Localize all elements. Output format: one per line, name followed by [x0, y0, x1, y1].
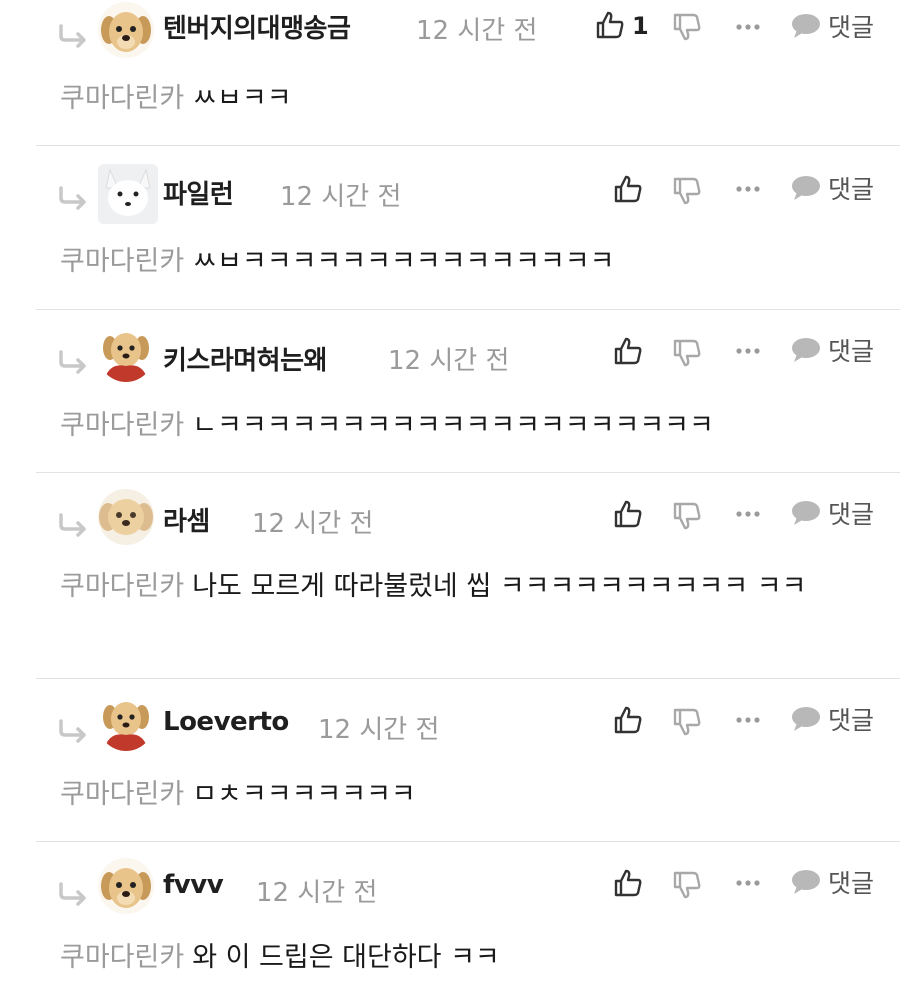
comment-timestamp: 12 시간 전 [318, 715, 440, 745]
comment-item: Loeverto 12 시간 전 댓글 쿠마다린카 ㅁㅊㅋㅋㅋㅋㅋㅋㅋ [36, 679, 900, 842]
comment-text: ㅆㅂㅋㅋㅋㅋㅋㅋㅋㅋㅋㅋㅋㅋㅋㅋㅋ [192, 246, 615, 277]
thumbs-up-icon[interactable] [613, 174, 643, 204]
comment-text: ㄴㅋㅋㅋㅋㅋㅋㅋㅋㅋㅋㅋㅋㅋㅋㅋㅋㅋㅋㅋㅋ [192, 410, 714, 441]
more-options-icon[interactable] [733, 705, 763, 735]
comment-author[interactable]: 키스라며혀는왜 [163, 340, 327, 377]
comment-item: 라셈 12 시간 전 댓글 쿠마다린카 나도 모르게 따라불렀네 씹 ㅋㅋㅋㅋㅋㅋ… [36, 473, 900, 679]
more-options-icon[interactable] [733, 868, 763, 898]
comment-author[interactable]: 파일런 [163, 174, 234, 211]
comment-item: fvvv 12 시간 전 댓글 쿠마다린카 와 이 드립은 대단하다 ㅋㅋ [36, 842, 900, 994]
more-options-icon[interactable] [733, 174, 763, 204]
speech-bubble-icon [792, 176, 820, 200]
speech-bubble-icon [792, 338, 820, 362]
mention[interactable]: 쿠마다린카 [60, 779, 184, 810]
speech-bubble-icon [792, 707, 820, 731]
reply-label: 댓글 [828, 13, 875, 42]
avatar[interactable] [98, 326, 154, 382]
reply-arrow-icon [59, 513, 86, 537]
thumbs-down-icon[interactable] [672, 707, 702, 737]
reply-button[interactable]: 댓글 [790, 866, 874, 898]
more-options-icon[interactable] [733, 12, 763, 42]
reply-label: 댓글 [828, 337, 875, 366]
comment-body: 쿠마다린카 ㄴㅋㅋㅋㅋㅋㅋㅋㅋㅋㅋㅋㅋㅋㅋㅋㅋㅋㅋㅋㅋ [60, 404, 880, 448]
mention[interactable]: 쿠마다린카 [60, 246, 184, 277]
speech-bubble-icon [792, 14, 820, 38]
thumbs-up-icon[interactable] [613, 705, 643, 735]
avatar[interactable] [98, 489, 154, 545]
comment-body: 쿠마다린카 ㅁㅊㅋㅋㅋㅋㅋㅋㅋ [60, 773, 880, 817]
reply-arrow-icon [59, 186, 86, 210]
thumbs-down-icon[interactable] [672, 501, 702, 531]
comment-item: 파일런 12 시간 전 댓글 쿠마다린카 ㅆㅂㅋㅋㅋㅋㅋㅋㅋㅋㅋㅋㅋㅋㅋㅋㅋ [36, 146, 900, 310]
comment-text: ㅁㅊㅋㅋㅋㅋㅋㅋㅋ [192, 779, 416, 810]
thumbs-down-icon[interactable] [672, 338, 702, 368]
comment-author[interactable]: 텐버지의대맹송금 [163, 8, 351, 45]
reply-arrow-icon [59, 350, 86, 374]
reply-arrow-icon [59, 882, 86, 906]
comment-timestamp: 12 시간 전 [252, 509, 374, 539]
thumbs-up-icon[interactable] [613, 499, 643, 529]
reply-label: 댓글 [828, 500, 875, 529]
reply-button[interactable]: 댓글 [790, 497, 874, 529]
mention[interactable]: 쿠마다린카 [60, 942, 184, 973]
thumbs-down-icon[interactable] [672, 870, 702, 900]
thumbs-up-icon[interactable] [613, 868, 643, 898]
reply-button[interactable]: 댓글 [790, 334, 874, 366]
comment-body: 쿠마다린카 ㅆㅂㅋㅋ [60, 77, 880, 121]
like-count: 1 [632, 12, 649, 40]
comment-list: 텐버지의대맹송금 12 시간 전 1 댓글 쿠마다린카 ㅆㅂㅋㅋ 파일런 12 시… [0, 0, 900, 994]
comment-body: 쿠마다린카 나도 모르게 따라불렀네 씹 ㅋㅋㅋㅋㅋㅋㅋㅋㅋㅋ ㅋㅋ [60, 565, 860, 609]
comment-author[interactable]: 라셈 [163, 501, 210, 538]
reply-label: 댓글 [828, 706, 875, 735]
reply-button[interactable]: 댓글 [790, 10, 874, 42]
reply-button[interactable]: 댓글 [790, 172, 874, 204]
comment-item: 키스라며혀는왜 12 시간 전 댓글 쿠마다린카 ㄴㅋㅋㅋㅋㅋㅋㅋㅋㅋㅋㅋㅋㅋㅋㅋ… [36, 310, 900, 473]
avatar[interactable] [98, 858, 154, 914]
comment-text: 와 이 드립은 대단하다 ㅋㅋ [192, 942, 500, 973]
more-options-icon[interactable] [733, 499, 763, 529]
comment-text: 나도 모르게 따라불렀네 씹 ㅋㅋㅋㅋㅋㅋㅋㅋㅋㅋ ㅋㅋ [192, 571, 807, 602]
reply-button[interactable]: 댓글 [790, 703, 874, 735]
comment-author[interactable]: fvvv [163, 870, 224, 900]
reply-arrow-icon [59, 24, 86, 48]
thumbs-up-icon[interactable] [613, 336, 643, 366]
comment-body: 쿠마다린카 ㅆㅂㅋㅋㅋㅋㅋㅋㅋㅋㅋㅋㅋㅋㅋㅋㅋ [60, 240, 880, 284]
more-options-icon[interactable] [733, 336, 763, 366]
avatar[interactable] [98, 695, 154, 751]
comment-author[interactable]: Loeverto [163, 707, 289, 737]
avatar[interactable] [98, 2, 154, 58]
reply-label: 댓글 [828, 175, 875, 204]
speech-bubble-icon [792, 501, 820, 525]
mention[interactable]: 쿠마다린카 [60, 410, 184, 441]
thumbs-down-icon[interactable] [672, 12, 702, 42]
reply-label: 댓글 [828, 869, 875, 898]
speech-bubble-icon [792, 870, 820, 894]
reply-arrow-icon [59, 719, 86, 743]
thumbs-up-icon[interactable] [595, 10, 625, 40]
comment-timestamp: 12 시간 전 [416, 16, 538, 46]
comment-timestamp: 12 시간 전 [256, 878, 378, 908]
comment-body: 쿠마다린카 와 이 드립은 대단하다 ㅋㅋ [60, 936, 880, 980]
avatar[interactable] [98, 164, 158, 224]
thumbs-down-icon[interactable] [672, 176, 702, 206]
mention[interactable]: 쿠마다린카 [60, 83, 184, 114]
comment-text: ㅆㅂㅋㅋ [192, 83, 292, 114]
comment-timestamp: 12 시간 전 [388, 346, 510, 376]
mention[interactable]: 쿠마다린카 [60, 571, 184, 602]
comment-item: 텐버지의대맹송금 12 시간 전 1 댓글 쿠마다린카 ㅆㅂㅋㅋ [36, 0, 900, 146]
comment-timestamp: 12 시간 전 [280, 182, 402, 212]
